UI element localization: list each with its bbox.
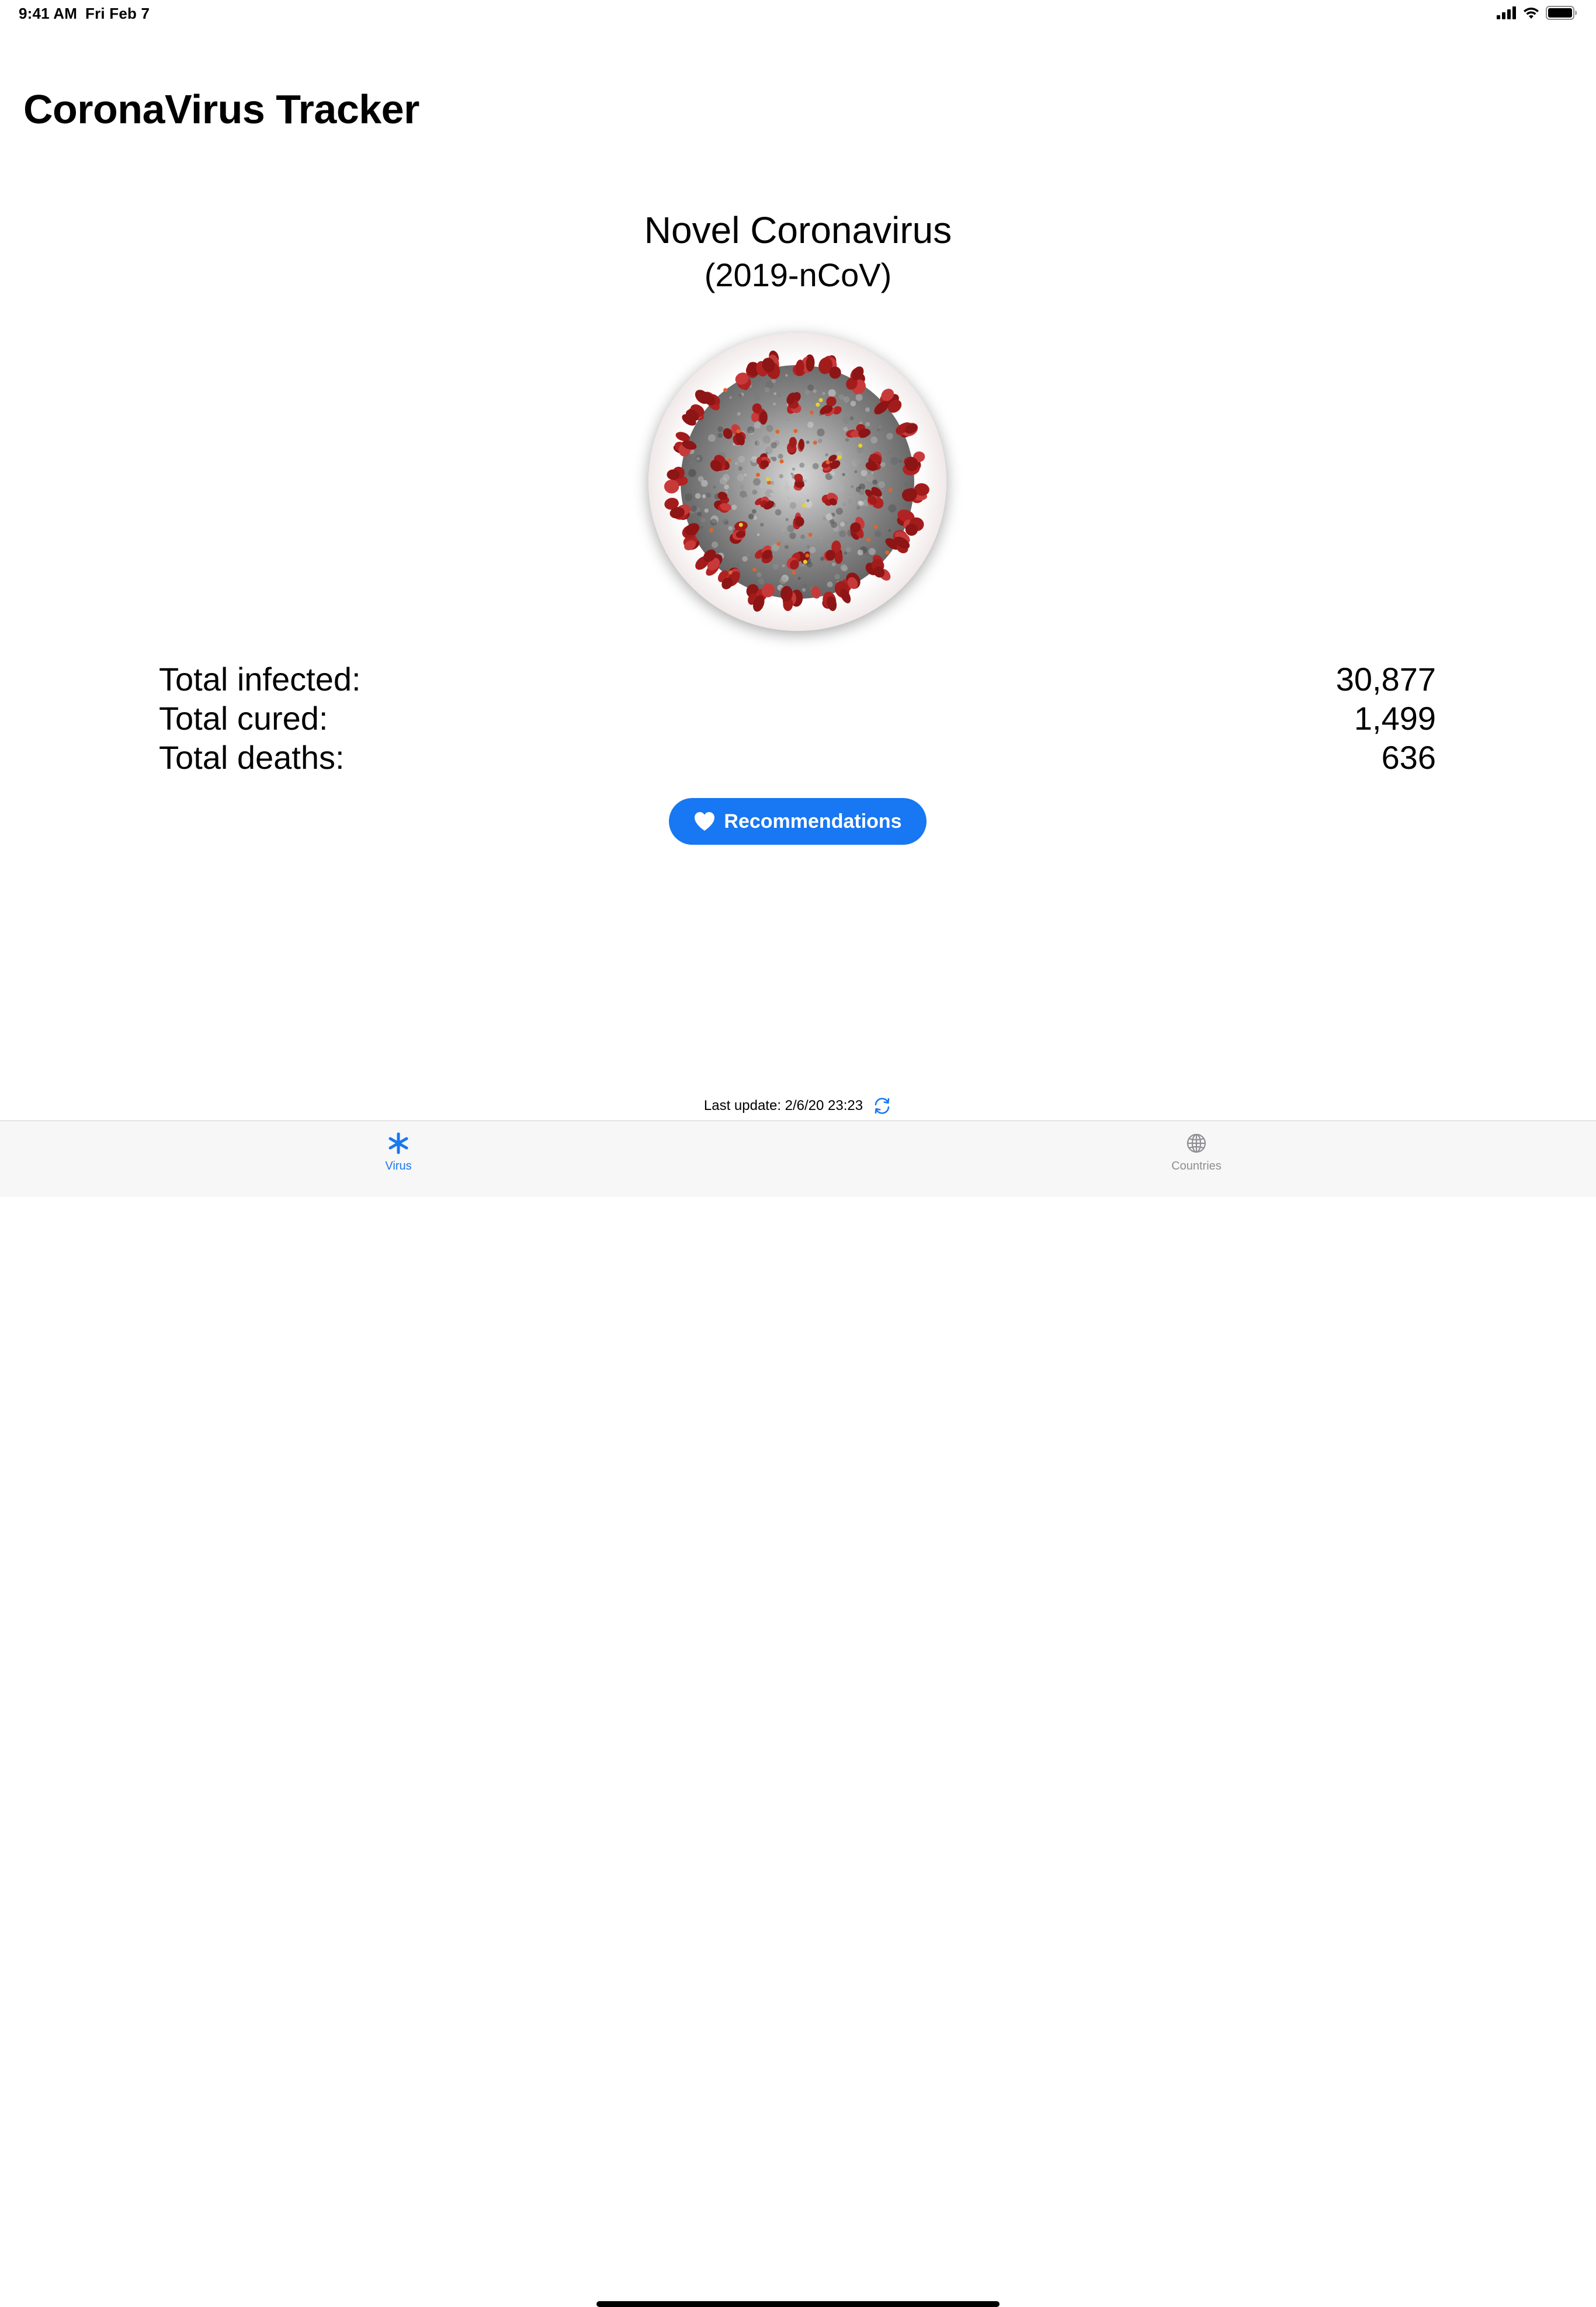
wifi-icon — [1522, 6, 1540, 22]
virus-name: Novel Coronavirus — [644, 209, 952, 251]
asterisk-icon — [387, 1132, 410, 1155]
stat-label: Total cured: — [159, 700, 328, 737]
virus-image — [648, 333, 946, 631]
stat-value: 636 — [1381, 739, 1436, 776]
cellular-signal-icon — [1497, 6, 1517, 22]
recommendations-label: Recommendations — [724, 810, 902, 832]
stat-label: Total infected: — [159, 661, 361, 698]
stat-row-cured: Total cured: 1,499 — [159, 699, 1436, 738]
page-title: CoronaVirus Tracker — [23, 86, 419, 132]
heart-icon — [693, 811, 716, 832]
last-update: Last update: 2/6/20 23:23 — [0, 1096, 1596, 1116]
stat-value: 1,499 — [1354, 700, 1436, 737]
status-indicators — [1497, 5, 1577, 23]
status-time: 9:41 AM — [19, 5, 78, 22]
stat-row-deaths: Total deaths: 636 — [159, 738, 1436, 777]
refresh-icon[interactable] — [872, 1096, 892, 1116]
tab-virus[interactable]: Virus — [340, 1132, 457, 1177]
last-update-text: Last update: 2/6/20 23:23 — [703, 1098, 863, 1113]
recommendations-button[interactable]: Recommendations — [669, 798, 927, 845]
tab-bar: Virus Countries — [0, 1120, 1596, 2307]
tab-label: Virus — [385, 1160, 412, 1172]
stat-label: Total deaths: — [159, 739, 345, 776]
battery-icon — [1546, 5, 1577, 23]
virus-code: (2019-nCoV) — [704, 256, 892, 293]
tab-label: Countries — [1171, 1160, 1222, 1172]
status-date: Fri Feb 7 — [85, 5, 150, 22]
tab-countries[interactable]: Countries — [1138, 1132, 1255, 1177]
home-indicator — [596, 2301, 1000, 2307]
stat-row-infected: Total infected: 30,877 — [159, 660, 1436, 699]
stat-value: 30,877 — [1335, 661, 1436, 698]
globe-icon — [1185, 1132, 1208, 1155]
status-bar: 9:41 AM Fri Feb 7 — [0, 0, 1596, 28]
